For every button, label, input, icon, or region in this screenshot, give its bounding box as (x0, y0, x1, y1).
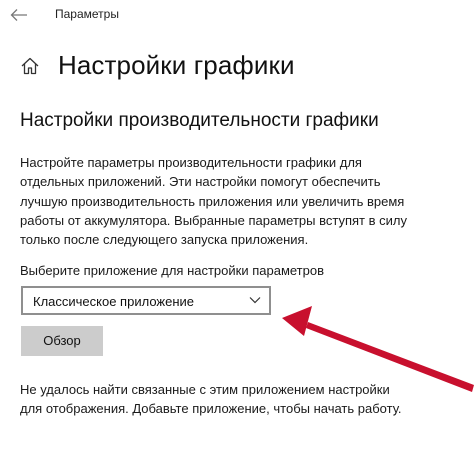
window-title: Параметры (55, 7, 119, 21)
no-settings-notice: Не удалось найти связанные с этим прилож… (20, 380, 460, 419)
description-line: Настройте параметры производительности г… (20, 155, 362, 170)
app-type-dropdown-value: Классическое приложение (33, 294, 195, 309)
page-title: Настройки графики (58, 50, 295, 80)
section-description: Настройте параметры производительности г… (20, 153, 460, 249)
browse-button[interactable]: Обзор (21, 326, 103, 356)
app-select-label: Выберите приложение для настройки параме… (20, 263, 324, 278)
section-title: Настройки производительности графики (20, 110, 379, 131)
description-line: работы от аккумулятора. Выбранные параме… (20, 212, 407, 228)
notice-line: Не удалось найти связанные с этим прилож… (20, 382, 390, 397)
description-line: лучшую производительность приложения или… (20, 193, 405, 209)
chevron-down-icon (249, 297, 261, 304)
home-icon[interactable] (20, 56, 40, 76)
description-line: отдельных приложений. Эти настройки помо… (20, 174, 381, 190)
description-line: только после следующего запуска приложен… (20, 232, 309, 248)
back-arrow-icon[interactable] (10, 8, 28, 22)
app-type-dropdown[interactable]: Классическое приложение (21, 286, 271, 315)
notice-line: для отображения. Добавьте приложение, чт… (20, 401, 402, 417)
